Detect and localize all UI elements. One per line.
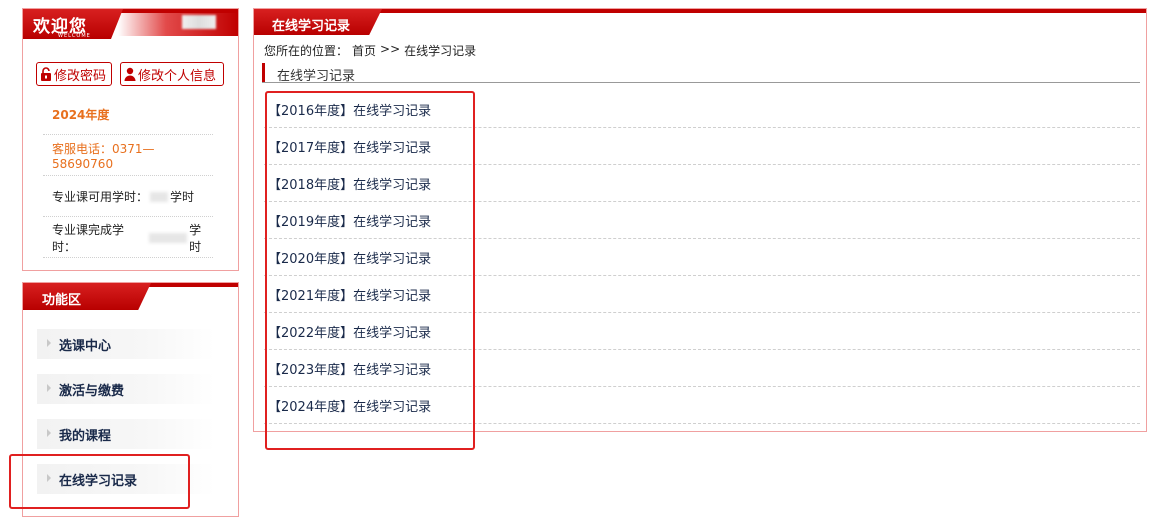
record-row: 【2021年度】在线学习记录 [264, 276, 1140, 313]
triangle-right-icon [47, 429, 51, 437]
menu-item-my-courses[interactable]: 我的课程 [37, 419, 215, 449]
main-title: 在线学习记录 [272, 19, 351, 34]
menu-item-course-center[interactable]: 选课中心 [37, 329, 215, 359]
completed-hours-label: 专业课完成学时： [52, 222, 125, 254]
username-blurred [182, 15, 216, 29]
function-panel: 功能区 选课中心 激活与缴费 我的课程 在线学习记录 [22, 282, 239, 517]
section-header: 在线学习记录 [262, 63, 1140, 84]
welcome-header-gradient [118, 11, 238, 36]
record-row: 【2017年度】在线学习记录 [264, 128, 1140, 165]
function-title: 功能区 [42, 293, 82, 308]
main-panel: 在线学习记录 您所在的位置： 首页 >> 在线学习记录 在线学习记录 【2016… [253, 8, 1147, 432]
service-phone: 客服电话：0371—58690760 [43, 136, 213, 176]
breadcrumb-separator: >> [380, 42, 401, 56]
record-link-2022[interactable]: 【2022年度】在线学习记录 [268, 322, 431, 341]
record-row: 【2016年度】在线学习记录 [264, 91, 1140, 128]
record-link-2023[interactable]: 【2023年度】在线学习记录 [268, 359, 431, 378]
available-hours-unit: 学时 [170, 190, 195, 204]
completed-hours-unit: 学时 [189, 222, 202, 254]
breadcrumb-prefix: 您所在的位置： [264, 44, 349, 58]
menu-item-activation-payment[interactable]: 激活与缴费 [37, 374, 215, 404]
record-link-2016[interactable]: 【2016年度】在线学习记录 [268, 100, 431, 119]
record-row: 【2024年度】在线学习记录 [264, 387, 1140, 424]
edit-profile-label: 修改个人信息 [138, 68, 217, 84]
triangle-right-icon [47, 474, 51, 482]
menu-item-label: 在线学习记录 [59, 473, 138, 489]
edit-profile-button[interactable]: 修改个人信息 [120, 62, 224, 86]
menu-item-online-learning-records[interactable]: 在线学习记录 [37, 464, 215, 494]
completed-hours-value-blurred [149, 232, 188, 243]
triangle-right-icon [47, 339, 51, 347]
record-link-2019[interactable]: 【2019年度】在线学习记录 [268, 211, 431, 230]
section-header-bar [262, 63, 265, 82]
available-hours-label: 专业课可用学时： [52, 190, 149, 204]
lock-icon [41, 67, 51, 81]
available-hours: 专业课可用学时： 学时 [43, 177, 213, 217]
record-link-2020[interactable]: 【2020年度】在线学习记录 [268, 248, 431, 267]
user-icon [124, 67, 136, 81]
menu-item-label: 我的课程 [59, 428, 112, 444]
record-link-2018[interactable]: 【2018年度】在线学习记录 [268, 174, 431, 193]
current-year: 2024年度 [43, 95, 213, 135]
breadcrumb: 您所在的位置： 首页 >> 在线学习记录 [264, 42, 476, 59]
triangle-right-icon [47, 384, 51, 392]
record-row: 【2022年度】在线学习记录 [264, 313, 1140, 350]
breadcrumb-home-link[interactable]: 首页 [352, 42, 376, 59]
menu-item-label: 选课中心 [59, 338, 112, 354]
available-hours-value-blurred [150, 191, 169, 202]
record-row: 【2020年度】在线学习记录 [264, 239, 1140, 276]
record-link-2024[interactable]: 【2024年度】在线学习记录 [268, 396, 431, 415]
welcome-header: 欢迎您 WELCOME [23, 9, 238, 39]
completed-hours: 专业课完成学时： 学时 [43, 218, 213, 258]
breadcrumb-current: 在线学习记录 [404, 44, 477, 58]
record-link-2017[interactable]: 【2017年度】在线学习记录 [268, 137, 431, 156]
record-row: 【2019年度】在线学习记录 [264, 202, 1140, 239]
main-header-line [254, 9, 1146, 13]
menu-item-label: 激活与缴费 [59, 383, 125, 399]
change-password-button[interactable]: 修改密码 [36, 62, 112, 86]
record-link-2021[interactable]: 【2021年度】在线学习记录 [268, 285, 431, 304]
record-row: 【2023年度】在线学习记录 [264, 350, 1140, 387]
welcome-panel: 欢迎您 WELCOME 修改密码 修改个人信息 2024年度 客服电话：0371… [22, 8, 239, 271]
welcome-subtitle: WELCOME [58, 33, 91, 39]
change-password-label: 修改密码 [54, 68, 107, 84]
section-title: 在线学习记录 [277, 69, 356, 84]
record-row: 【2018年度】在线学习记录 [264, 165, 1140, 202]
